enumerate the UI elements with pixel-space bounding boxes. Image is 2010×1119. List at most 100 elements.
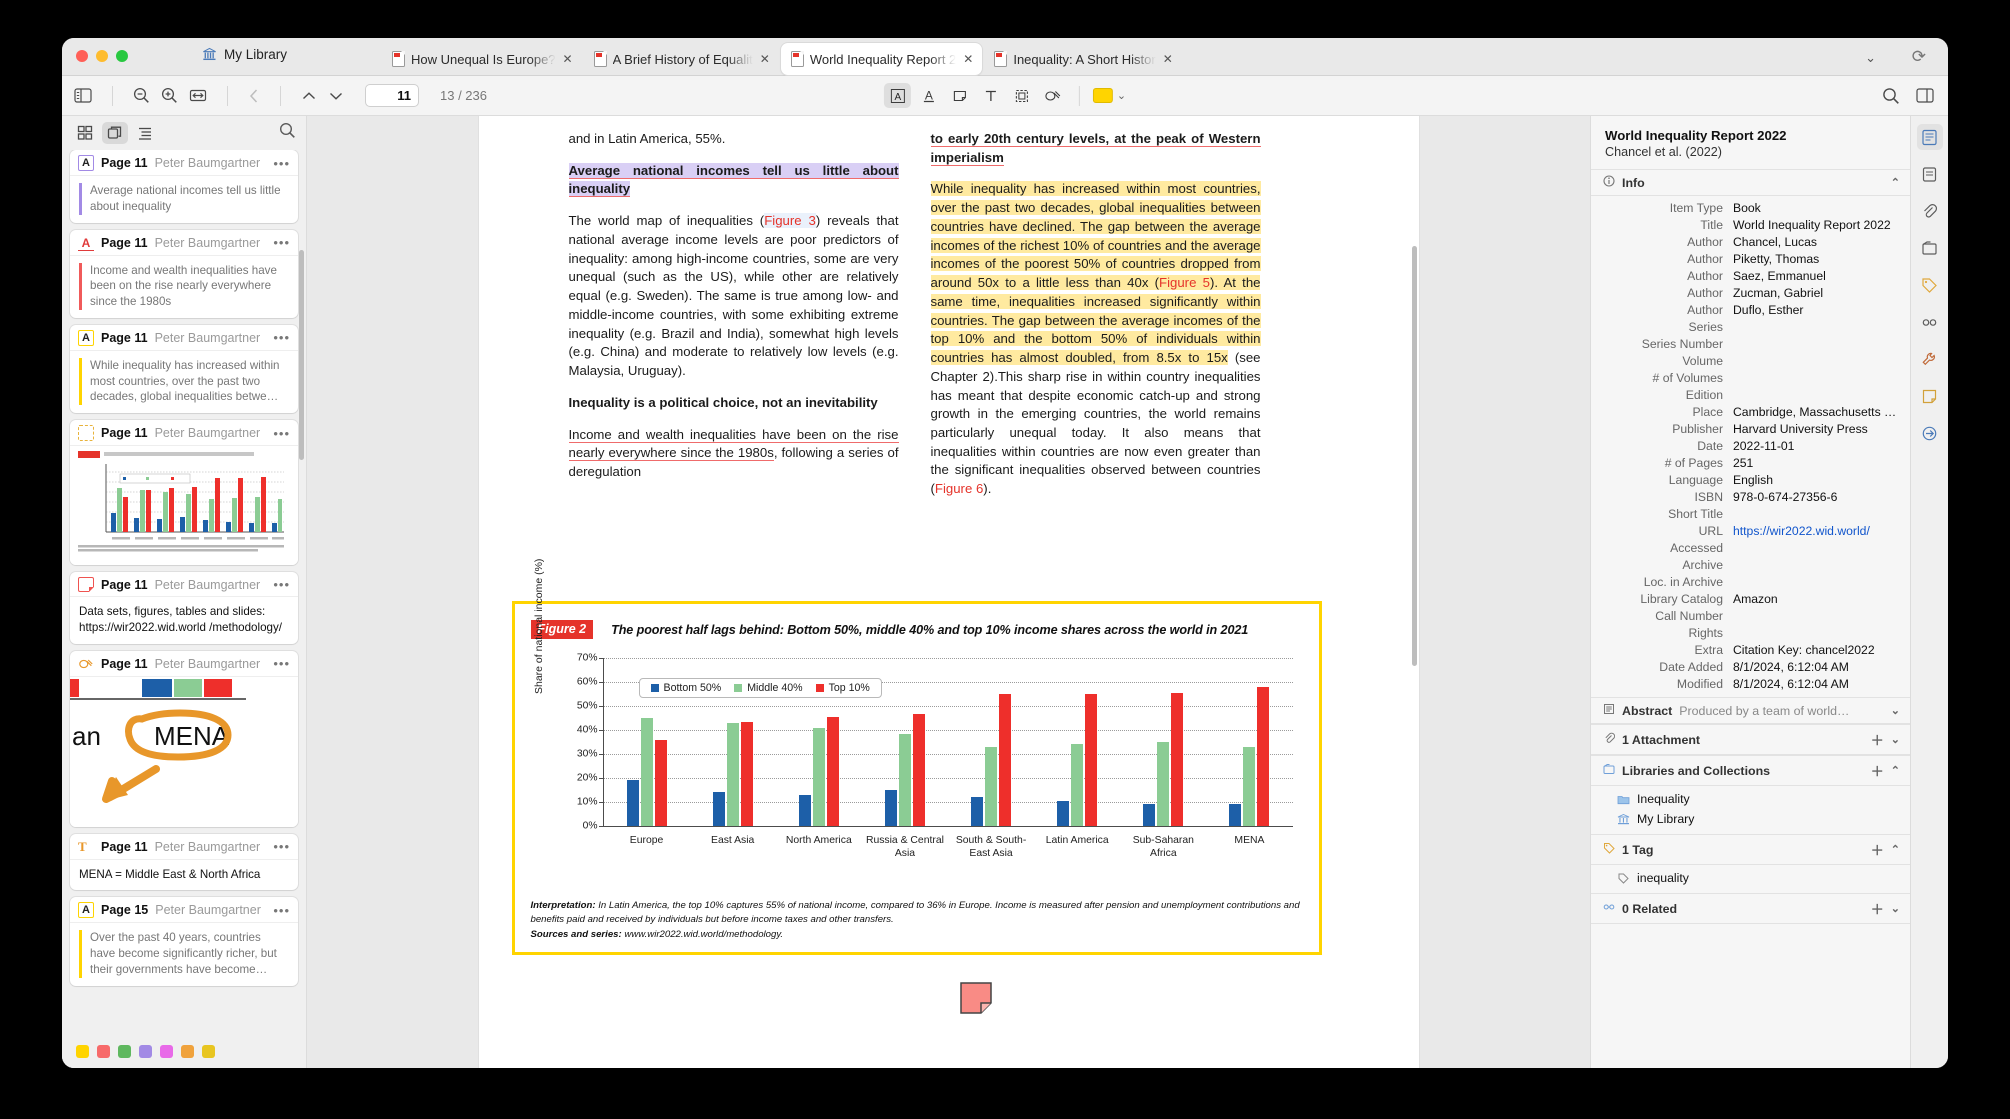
field-value[interactable]: Book [1733, 201, 1898, 215]
field-row[interactable]: Loc. in Archive [1591, 573, 1910, 590]
color-filter-magenta[interactable] [160, 1045, 173, 1058]
page-number-input[interactable]: 11 [365, 84, 419, 107]
close-tab-icon[interactable]: ✕ [760, 52, 770, 66]
field-row[interactable]: Modified8/1/2024, 6:12:04 AM [1591, 675, 1910, 692]
close-tab-icon[interactable]: ✕ [563, 52, 573, 66]
zoom-fit-width-button[interactable] [189, 88, 207, 103]
field-row[interactable]: LanguageEnglish [1591, 471, 1910, 488]
annotation-options-icon[interactable]: ••• [273, 577, 290, 592]
text-tool-button[interactable] [977, 83, 1004, 108]
field-value[interactable]: 251 [1733, 456, 1898, 470]
tab-a-brief-history-of-equality[interactable]: A Brief History of Equalit ✕ [584, 43, 779, 75]
sticky-note-annotation[interactable] [959, 981, 993, 1015]
section-related-header[interactable]: 0 Related ＋ ⌄ [1591, 893, 1910, 924]
field-row[interactable]: AuthorSaez, Emmanuel [1591, 267, 1910, 284]
section-abstract-header[interactable]: Abstract Produced by a team of world… ⌄ [1591, 697, 1910, 724]
expand-chevron-down-icon[interactable]: ⌄ [1891, 902, 1900, 915]
annotation-color-swatch[interactable] [1093, 88, 1113, 103]
field-value[interactable]: Zucman, Gabriel [1733, 286, 1898, 300]
field-row[interactable]: PlaceCambridge, Massachusetts … [1591, 403, 1910, 420]
annotation-options-icon[interactable]: ••• [273, 235, 290, 250]
section-tags-header[interactable]: 1 Tag ＋ ⌃ [1591, 834, 1910, 865]
annotation-card[interactable]: A Page 11 Peter Baumgartner ••• Average … [70, 150, 298, 223]
tab-overflow-chevron-icon[interactable]: ⌄ [1865, 50, 1876, 66]
figure-5-link[interactable]: Figure 5 [1159, 275, 1210, 290]
collapse-chevron-up-icon[interactable]: ⌃ [1891, 843, 1900, 856]
field-row[interactable]: Rights [1591, 624, 1910, 641]
field-row[interactable]: # of Pages251 [1591, 454, 1910, 471]
attachments-panel-button[interactable] [1917, 198, 1943, 224]
field-row[interactable]: AuthorChancel, Lucas [1591, 233, 1910, 250]
field-row[interactable]: Accessed [1591, 539, 1910, 556]
toggle-right-panel-button[interactable] [1916, 88, 1934, 103]
color-filter-yellow[interactable] [76, 1045, 89, 1058]
color-filter-gold[interactable] [202, 1045, 215, 1058]
outline-view-button[interactable] [132, 122, 158, 144]
annotation-options-icon[interactable]: ••• [273, 656, 290, 671]
previous-page-button[interactable] [301, 90, 317, 102]
tags-panel-button[interactable] [1917, 272, 1943, 298]
field-row[interactable]: Library CatalogAmazon [1591, 590, 1910, 607]
pdf-page[interactable]: and in Latin America, 55%. Average natio… [479, 116, 1419, 1068]
add-attachment-icon[interactable]: ＋ [1871, 730, 1884, 749]
annotation-card[interactable]: T Page 11 Peter Baumgartner ••• MENA = M… [70, 834, 298, 891]
close-tab-icon[interactable]: ✕ [963, 52, 973, 66]
highlight-tool-button[interactable]: A [884, 83, 911, 108]
close-tab-icon[interactable]: ✕ [1163, 52, 1173, 66]
section-attachment-header[interactable]: 1 Attachment ＋ ⌄ [1591, 724, 1910, 755]
sticky-note-tool-button[interactable] [946, 83, 973, 108]
notes-panel-button[interactable] [1917, 161, 1943, 187]
annotation-list[interactable]: A Page 11 Peter Baumgartner ••• Average … [62, 150, 306, 1034]
annotation-options-icon[interactable]: ••• [273, 426, 290, 441]
add-to-collection-icon[interactable]: ＋ [1871, 761, 1884, 780]
annotation-card[interactable]: Page 11 Peter Baumgartner ••• Data sets,… [70, 572, 298, 644]
section-info-header[interactable]: Info ⌃ [1591, 169, 1910, 196]
color-filter-green[interactable] [118, 1045, 131, 1058]
field-row[interactable]: Series Number [1591, 335, 1910, 352]
mena-text-annotation[interactable]: MENA = Middle East & North Africa [1553, 1066, 1591, 1068]
field-row[interactable]: ExtraCitation Key: chancel2022 [1591, 641, 1910, 658]
field-row[interactable]: Short Title [1591, 505, 1910, 522]
find-in-document-button[interactable] [1882, 87, 1900, 105]
sticky-panel-button[interactable] [1917, 383, 1943, 409]
field-value-url[interactable]: https://wir2022.wid.world/ [1733, 524, 1898, 538]
color-chevron-down-icon[interactable]: ⌄ [1117, 89, 1126, 102]
field-row[interactable]: Date2022-11-01 [1591, 437, 1910, 454]
field-value[interactable]: World Inequality Report 2022 [1733, 218, 1898, 232]
field-value[interactable]: Cambridge, Massachusetts … [1733, 405, 1898, 419]
figure-3-link[interactable]: Figure 3 [764, 213, 816, 228]
tag-item[interactable]: inequality [1591, 868, 1910, 888]
field-row[interactable]: Item TypeBook [1591, 199, 1910, 216]
document-viewport[interactable]: and in Latin America, 55%. Average natio… [307, 116, 1590, 1068]
libraries-panel-button[interactable] [1917, 235, 1943, 261]
mena-arrow-annotation[interactable] [1509, 1031, 1591, 1068]
collapse-chevron-up-icon[interactable]: ⌃ [1891, 176, 1900, 189]
field-value[interactable]: 8/1/2024, 6:12:04 AM [1733, 677, 1898, 691]
field-value[interactable]: 8/1/2024, 6:12:04 AM [1733, 660, 1898, 674]
color-filter-orange[interactable] [181, 1045, 194, 1058]
underline-tool-button[interactable]: A [915, 83, 942, 108]
collapse-chevron-up-icon[interactable]: ⌃ [1891, 764, 1900, 777]
field-row[interactable]: ISBN978-0-674-27356-6 [1591, 488, 1910, 505]
thumbnails-view-button[interactable] [72, 122, 98, 144]
field-value[interactable]: Citation Key: chancel2022 [1733, 643, 1898, 657]
field-row[interactable]: TitleWorld Inequality Report 2022 [1591, 216, 1910, 233]
field-row[interactable]: PublisherHarvard University Press [1591, 420, 1910, 437]
maximize-window-button[interactable] [116, 50, 128, 62]
annotation-options-icon[interactable]: ••• [273, 330, 290, 345]
field-row[interactable]: Series [1591, 318, 1910, 335]
figure-area-annotation[interactable]: Figure 2 The poorest half lags behind: B… [512, 601, 1322, 955]
sidebar-search-icon[interactable] [279, 122, 296, 144]
window-controls[interactable] [76, 50, 128, 62]
collection-item[interactable]: My Library [1591, 809, 1910, 829]
toggle-sidebar-button[interactable] [74, 88, 92, 103]
info-panel-button[interactable] [1917, 124, 1943, 150]
field-row[interactable]: Call Number [1591, 607, 1910, 624]
annotation-card[interactable]: Page 11 Peter Baumgartner ••• [70, 420, 298, 565]
field-value[interactable]: Duflo, Esther [1733, 303, 1898, 317]
field-value[interactable]: Amazon [1733, 592, 1898, 606]
annotation-card[interactable]: A Page 11 Peter Baumgartner ••• While in… [70, 325, 298, 413]
expand-chevron-down-icon[interactable]: ⌄ [1891, 704, 1900, 717]
field-value[interactable]: English [1733, 473, 1898, 487]
annotation-card[interactable]: A Page 15 Peter Baumgartner ••• Over the… [70, 897, 298, 985]
